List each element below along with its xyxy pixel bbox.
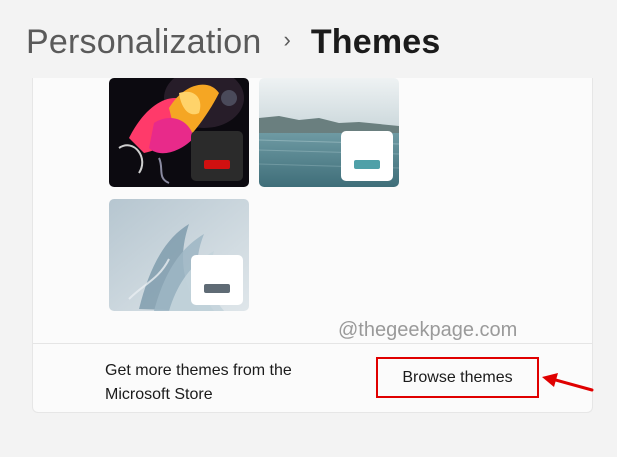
theme-window-preview [341, 131, 393, 181]
theme-window-preview [191, 255, 243, 305]
divider [33, 343, 592, 344]
theme-window-preview [191, 131, 243, 181]
theme-accent-swatch [204, 284, 230, 293]
breadcrumb-personalization[interactable]: Personalization [26, 23, 261, 62]
watermark-text: @thegeekpage.com [338, 319, 518, 341]
chevron-right-icon: › [283, 27, 291, 52]
red-arrow-icon [542, 373, 594, 392]
theme-accent-swatch [354, 160, 380, 169]
theme-tile-glow[interactable] [109, 199, 249, 311]
themes-panel: @thegeekpage.com Get more themes from th… [32, 78, 593, 413]
theme-accent-swatch [204, 160, 230, 169]
browse-themes-button[interactable]: Browse themes [376, 357, 539, 398]
page-title: Themes [310, 22, 441, 61]
theme-tile-lake[interactable] [259, 78, 399, 187]
theme-tile-dark-bloom[interactable] [109, 78, 249, 187]
store-description: Get more themes from the Microsoft Store [105, 362, 292, 403]
breadcrumb: Personalization › Themes [26, 18, 441, 66]
